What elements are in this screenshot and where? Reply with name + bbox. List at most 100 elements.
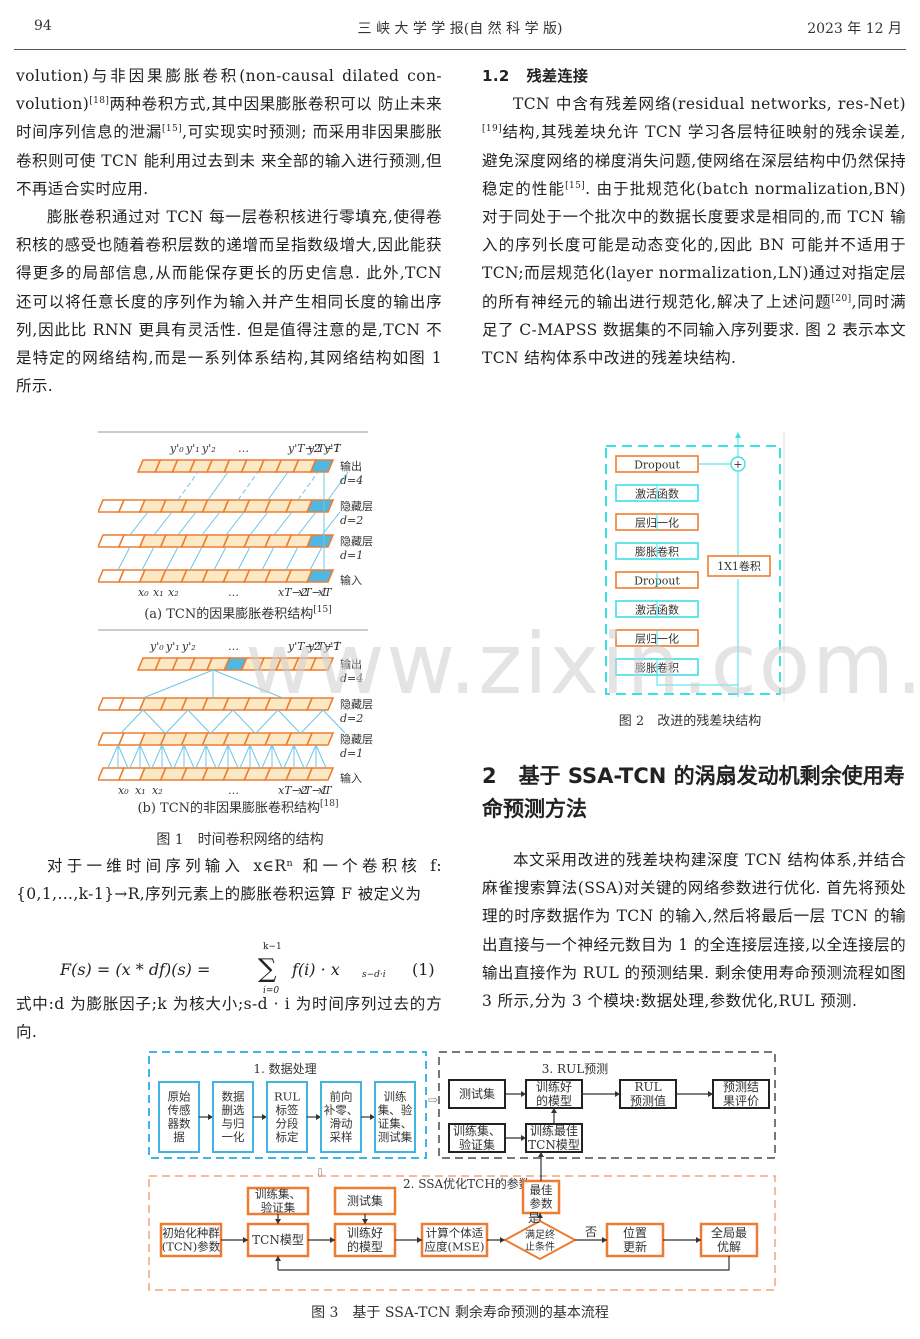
citation[interactable]: [18] (89, 96, 109, 106)
train-val-box-label: 验证集 (459, 1137, 495, 1152)
dilation-link (107, 744, 119, 769)
dilation-link (285, 546, 299, 571)
figure-1a-caption: (a) TCN的因果膨胀卷积结构[15] (144, 605, 332, 623)
dilation-link (165, 709, 189, 734)
no-label: 否 (585, 1225, 597, 1239)
dilation-link (177, 471, 199, 501)
dilation-link (232, 709, 256, 734)
dilation-link (173, 744, 185, 769)
layer-label: d=2 (340, 514, 363, 527)
dilation-link (151, 744, 163, 769)
rul-value-box-label: RUL (634, 1080, 661, 1094)
data-step-label: RUL (274, 1090, 300, 1104)
ssa-test-set-box-label: 测试集 (347, 1193, 383, 1208)
best-params-box-label: 参数 (530, 1197, 553, 1211)
data-step-label: 原始 (168, 1090, 191, 1104)
dilation-link (142, 709, 166, 734)
dilation-link (117, 546, 131, 571)
feedback-line (278, 1256, 730, 1271)
data-step-label: 一化 (222, 1130, 245, 1144)
dilation-link (267, 471, 289, 501)
paragraph-1: volution)与非因果膨胀卷积(non-causal dilated con… (16, 67, 443, 198)
input-label: x₀ (118, 784, 129, 797)
dilation-link (189, 546, 203, 571)
data-step-label: 补零、 (324, 1103, 359, 1117)
layer-label: 隐藏层 (340, 535, 373, 548)
dilation-link (255, 709, 279, 734)
dilation-link (225, 511, 245, 536)
dilation-link (261, 546, 275, 571)
left-column-text-3: 式中:d 为膨胀因子;k 为核大小;s-d · i 为时间序列过去的方向. (16, 990, 442, 1046)
data-step-label: 标签 (276, 1103, 299, 1117)
dilation-link (297, 471, 319, 501)
citation[interactable]: [20] (832, 294, 852, 304)
transfer-arrow-icon: ⇩ (315, 1166, 325, 1180)
layer-label: 输入 (340, 573, 362, 587)
paragraph-method: 本文采用改进的残差块构建深度 TCN 结构体系,并结合麻雀搜索算法(SSA)对关… (482, 851, 906, 1011)
dilation-link (139, 744, 151, 769)
figure-3-caption: 图 3 基于 SSA-TCN 剩余寿命预测的基本流程 (311, 1305, 609, 1321)
layer-label: 输入 (340, 771, 362, 785)
data-step-label: 前向 (330, 1090, 353, 1104)
output-label: y'₁ (165, 640, 180, 653)
ssa-train-val-box-label: 验证集 (261, 1201, 296, 1215)
data-step-label: 分段 (276, 1117, 299, 1131)
input-label: xT (318, 784, 333, 797)
dilation-link (201, 511, 221, 536)
module-title: 3. RUL预测 (542, 1062, 608, 1076)
data-step-label: 证集、 (378, 1117, 413, 1131)
ssa-trained-model-box-label: 训练好 (347, 1225, 383, 1240)
dilation-link (249, 511, 269, 536)
dilation-link (187, 709, 211, 734)
citation[interactable]: [15] (162, 124, 182, 134)
figure-1b-caption: (b) TCN的非因果膨胀卷积结构[18] (137, 799, 339, 817)
data-step-label: 与归 (222, 1117, 245, 1131)
dilation-link (129, 744, 141, 769)
test-set-box-label: 测试集 (459, 1086, 495, 1101)
figure-1a-causal: 输出d=4隐藏层d=2隐藏层d=1输入y'₀ y'₁ y'₂… y'T−2y'T−1y… (98, 431, 373, 599)
dilation-link (165, 546, 179, 571)
evaluation-box-label: 预测结 (723, 1080, 759, 1094)
equation-number: (1) (412, 960, 435, 979)
figure-2: Dropout激活函数层归一化膨胀卷积Dropout激活函数层归一化膨胀卷积1X… (605, 432, 785, 702)
init-population-box-label: 初始化种群 (162, 1226, 220, 1240)
layer-label: 输出 (340, 657, 362, 671)
data-step-label: 传感 (168, 1103, 191, 1117)
output-label: … (238, 442, 249, 455)
header-rule (14, 49, 906, 50)
citation[interactable]: [15] (565, 181, 585, 191)
dilation-link (277, 709, 301, 734)
tcn-model-box-label: TCN模型 (252, 1233, 304, 1247)
dilation-link (273, 511, 293, 536)
layer-block-label: Dropout (634, 459, 680, 472)
paragraph-4: 式中:d 为膨胀因子;k 为核大小;s-d · i 为时间序列过去的方向. (16, 995, 442, 1042)
dilation-link (177, 511, 197, 536)
output-label: y'₂ (201, 442, 216, 455)
tcn-cell (305, 697, 335, 711)
shortcut-conv-label: 1X1卷积 (717, 559, 761, 573)
dilation-link (117, 744, 129, 769)
evaluation-box-label: 果评价 (723, 1094, 759, 1108)
dilation-link (213, 546, 227, 571)
figure-3: 1. 数据处理原始传感器数据数据删选与归一化RUL标签分段标定前向补零、滑动采样… (148, 1051, 776, 1291)
dilation-link (142, 669, 214, 699)
dilation-link (217, 744, 229, 769)
citation[interactable]: [19] (482, 124, 502, 134)
tcn-cell (305, 569, 335, 583)
termination-condition-label: 满足终 (525, 1228, 555, 1241)
dilation-link (237, 471, 259, 501)
layer-label: d=1 (340, 549, 363, 562)
section-1-2-heading: 1.2 残差连接 (482, 67, 589, 85)
trained-model-box-label: 训练好 (536, 1079, 572, 1094)
output-label: y'T (323, 442, 342, 455)
data-step-label: 训练 (384, 1090, 407, 1104)
layer-label: d=2 (340, 712, 363, 725)
best-tcn-box-label: TCN模型 (528, 1138, 580, 1152)
train-val-box-label: 训练集、 (453, 1123, 501, 1138)
dilation-link (297, 511, 317, 536)
position-update-box-label: 位置 (623, 1225, 647, 1240)
input-label: xT (318, 586, 333, 599)
paragraph-3: 对于一维时间序列输入 x∈Rⁿ 和一个卷积核 f:{0,1,…,k-1}→R,序… (16, 857, 442, 904)
fitness-box-label: 应度(MSE) (424, 1240, 484, 1254)
input-label: … (228, 784, 239, 797)
